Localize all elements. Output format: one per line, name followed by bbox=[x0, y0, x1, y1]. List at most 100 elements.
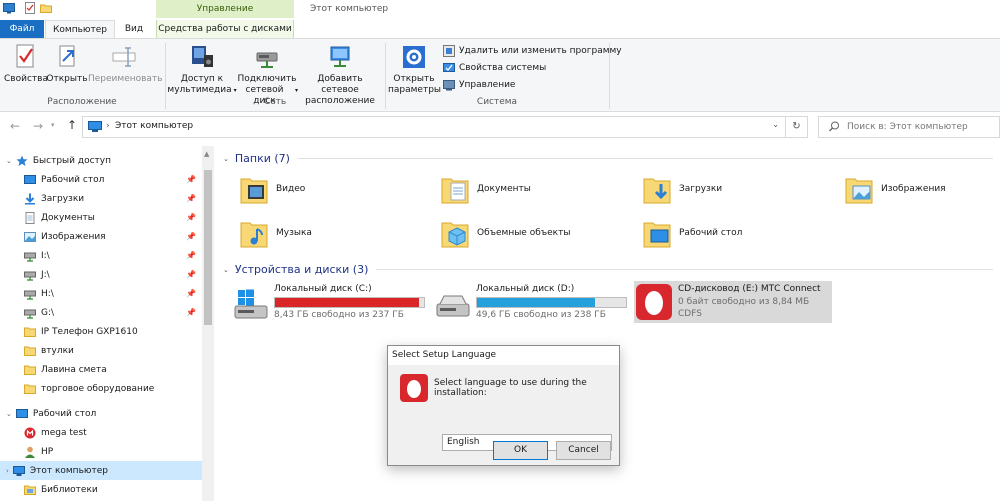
properties-qat-icon[interactable] bbox=[24, 2, 36, 16]
folder-icon bbox=[24, 364, 36, 376]
3d-objects-folder-icon bbox=[441, 217, 469, 249]
pin-icon[interactable]: 📌 bbox=[186, 251, 196, 260]
cancel-button[interactable]: Cancel bbox=[556, 441, 611, 460]
drives-section-header[interactable]: ⌄ Устройства и диски (3) bbox=[223, 263, 993, 276]
navigation-pane: ⌄ Быстрый доступ Рабочий стол 📌 Загрузки… bbox=[0, 146, 214, 501]
folder-pictures[interactable]: Изображения bbox=[845, 173, 946, 205]
forward-arrow-icon[interactable]: → bbox=[33, 119, 43, 133]
ribbon: Свойства Открыть Переименовать Расположе… bbox=[0, 38, 1000, 112]
pin-icon[interactable]: 📌 bbox=[186, 194, 196, 203]
drive-free-space: 8,43 ГБ свободно из 237 ГБ bbox=[274, 310, 404, 320]
folder-desktop[interactable]: Рабочий стол bbox=[643, 217, 742, 249]
media-access-button[interactable]: Доступ к мультимедиа ▾ bbox=[167, 43, 237, 96]
sidebar-item-label: Загрузки bbox=[41, 193, 85, 204]
hard-drive-icon bbox=[436, 292, 470, 323]
sidebar-item-hp[interactable]: HP bbox=[0, 442, 202, 461]
open-settings-button[interactable]: Открыть параметры bbox=[388, 43, 442, 96]
new-folder-qat-icon[interactable] bbox=[40, 2, 52, 16]
sidebar-item-label: I:\ bbox=[41, 250, 50, 261]
breadcrumb[interactable]: Этот компьютер bbox=[115, 121, 193, 131]
drive-e-cd[interactable]: CD-дисковод (E:) МТС Connect 0 байт своб… bbox=[634, 281, 832, 323]
pin-icon[interactable]: 📌 bbox=[186, 175, 196, 184]
sidebar-item-pictures[interactable]: Изображения 📌 bbox=[0, 227, 202, 246]
tab-disk-tools[interactable]: Средства работы с дисками bbox=[156, 20, 294, 38]
open-icon bbox=[53, 43, 81, 71]
section-divider bbox=[376, 269, 993, 270]
tab-file[interactable]: Файл bbox=[0, 20, 44, 38]
sidebar-item-label: J:\ bbox=[41, 269, 50, 280]
open-settings-label-line2: параметры bbox=[388, 85, 442, 95]
pin-icon[interactable]: 📌 bbox=[186, 213, 196, 222]
folder-downloads[interactable]: Загрузки bbox=[643, 173, 722, 205]
media-label-line2: мультимедиа bbox=[167, 85, 232, 95]
folders-section-header[interactable]: ⌄ Папки (7) bbox=[223, 152, 993, 165]
sidebar-item-folder[interactable]: Лавина смета bbox=[0, 360, 202, 379]
scroll-up-arrow-icon[interactable]: ▲ bbox=[204, 150, 209, 158]
address-bar[interactable]: › Этот компьютер ⌄ bbox=[82, 116, 786, 138]
folder-label: Рабочий стол bbox=[679, 228, 743, 238]
system-properties-icon bbox=[443, 62, 455, 74]
up-arrow-icon[interactable]: ↑ bbox=[67, 118, 77, 132]
sidebar-item-this-pc[interactable]: › Этот компьютер bbox=[0, 461, 202, 480]
group-label-network: Сеть bbox=[263, 97, 287, 107]
drive-name: Локальный диск (C:) bbox=[274, 284, 372, 294]
back-arrow-icon[interactable]: ← bbox=[10, 119, 20, 133]
pin-icon[interactable]: 📌 bbox=[186, 232, 196, 241]
rename-button[interactable]: Переименовать bbox=[88, 43, 163, 85]
select-language-dialog: Select Setup Language Select language to… bbox=[387, 345, 620, 466]
desktop-folder-icon bbox=[643, 217, 671, 249]
refresh-button[interactable]: ↻ bbox=[786, 116, 808, 138]
sidebar-item-quick-access[interactable]: ⌄ Быстрый доступ bbox=[0, 151, 202, 170]
ok-button[interactable]: OK bbox=[493, 441, 548, 460]
language-select-value: English bbox=[447, 437, 480, 447]
folder-3d-objects[interactable]: Объемные объекты bbox=[441, 217, 570, 249]
system-properties-button[interactable]: Свойства системы bbox=[443, 61, 546, 75]
chevron-down-icon: ⌄ bbox=[223, 154, 229, 163]
folder-documents[interactable]: Документы bbox=[441, 173, 531, 205]
computer-management-icon bbox=[443, 79, 455, 91]
sidebar-item-drive-g[interactable]: G:\ 📌 bbox=[0, 303, 202, 322]
sidebar-item-folder[interactable]: IP Телефон GXP1610 bbox=[0, 322, 202, 341]
drive-c[interactable]: Локальный диск (C:) 8,43 ГБ свободно из … bbox=[232, 282, 428, 322]
folder-videos[interactable]: Видео bbox=[240, 173, 305, 205]
sidebar-item-desktop-root[interactable]: ⌄ Рабочий стол bbox=[0, 404, 202, 423]
open-label: Открыть bbox=[46, 74, 88, 84]
sidebar-item-desktop[interactable]: Рабочий стол 📌 bbox=[0, 170, 202, 189]
address-history-chevron-icon[interactable]: ⌄ bbox=[772, 120, 779, 129]
search-icon bbox=[829, 120, 840, 140]
pin-icon[interactable]: 📌 bbox=[186, 270, 196, 279]
sidebar-item-documents[interactable]: Документы 📌 bbox=[0, 208, 202, 227]
sidebar-item-label: Документы bbox=[41, 212, 95, 223]
sidebar-item-folder[interactable]: втулки bbox=[0, 341, 202, 360]
sidebar-item-downloads[interactable]: Загрузки 📌 bbox=[0, 189, 202, 208]
drive-usage-fill bbox=[275, 298, 419, 307]
manage-button[interactable]: Управление bbox=[443, 78, 515, 92]
add-location-label-line1: Добавить сетевое bbox=[317, 74, 363, 95]
properties-button[interactable]: Свойства bbox=[4, 43, 48, 85]
context-tab-manage[interactable]: Управление bbox=[156, 0, 294, 18]
network-location-icon bbox=[326, 43, 354, 71]
drive-d[interactable]: Локальный диск (D:) 49,6 ГБ свободно из … bbox=[434, 282, 630, 322]
pin-icon[interactable]: 📌 bbox=[186, 308, 196, 317]
uninstall-program-button[interactable]: Удалить или изменить программу bbox=[443, 44, 622, 58]
sidebar-item-libraries[interactable]: Библиотеки bbox=[0, 480, 202, 499]
recent-locations-chevron-icon[interactable]: ▾ bbox=[51, 121, 55, 129]
windows-drive-icon bbox=[234, 288, 268, 323]
sidebar-item-folder[interactable]: торговое оборудование bbox=[0, 379, 202, 398]
sidebar-item-drive-h[interactable]: H:\ 📌 bbox=[0, 284, 202, 303]
folder-music[interactable]: Музыка bbox=[240, 217, 312, 249]
pin-icon[interactable]: 📌 bbox=[186, 289, 196, 298]
sidebar-scrollbar-thumb[interactable] bbox=[204, 170, 212, 325]
chevron-down-icon: ⌄ bbox=[6, 409, 12, 418]
tab-view[interactable]: Вид bbox=[116, 20, 152, 38]
tab-computer[interactable]: Компьютер bbox=[45, 20, 115, 38]
sidebar-item-mega-test[interactable]: mega test bbox=[0, 423, 202, 442]
libraries-icon bbox=[24, 484, 36, 496]
sidebar-item-drive-j[interactable]: J:\ 📌 bbox=[0, 265, 202, 284]
open-button[interactable]: Открыть bbox=[46, 43, 88, 85]
sidebar-item-label: Лавина смета bbox=[41, 364, 107, 375]
sidebar-item-drive-i[interactable]: I:\ 📌 bbox=[0, 246, 202, 265]
sidebar-item-label: Рабочий стол bbox=[32, 408, 97, 419]
search-input[interactable]: Поиск в: Этот компьютер bbox=[818, 116, 1000, 138]
app-icon[interactable] bbox=[3, 2, 15, 16]
